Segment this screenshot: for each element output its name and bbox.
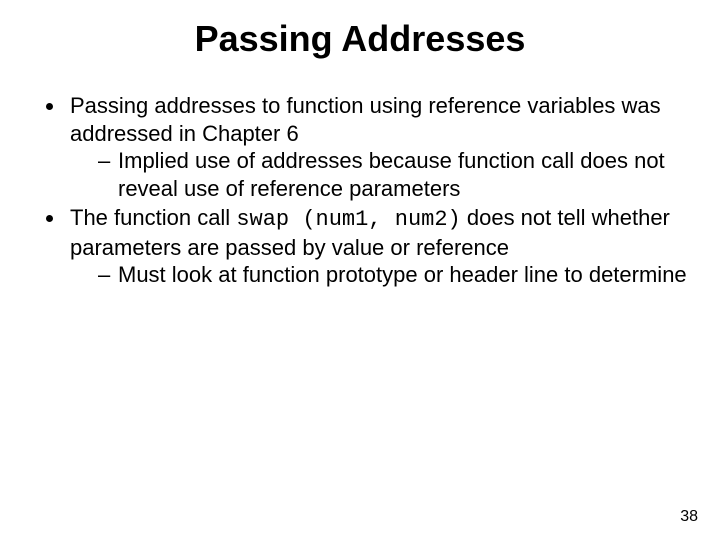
slide-title: Passing Addresses xyxy=(0,0,720,68)
bullet-list: Passing addresses to function using refe… xyxy=(30,92,690,289)
bullet-2-sub-1: Must look at function prototype or heade… xyxy=(98,261,690,289)
bullet-2-sub-1-text: Must look at function prototype or heade… xyxy=(118,262,687,287)
bullet-1-sublist: Implied use of addresses because functio… xyxy=(70,147,690,202)
slide: Passing Addresses Passing addresses to f… xyxy=(0,0,720,540)
page-number: 38 xyxy=(680,508,698,526)
bullet-2-code: swap (num1, num2) xyxy=(236,207,460,232)
bullet-1-sub-1-text: Implied use of addresses because functio… xyxy=(118,148,665,201)
slide-body: Passing addresses to function using refe… xyxy=(0,68,720,289)
bullet-1: Passing addresses to function using refe… xyxy=(66,92,690,202)
bullet-1-text: Passing addresses to function using refe… xyxy=(70,93,661,146)
bullet-2-sublist: Must look at function prototype or heade… xyxy=(70,261,690,289)
bullet-1-sub-1: Implied use of addresses because functio… xyxy=(98,147,690,202)
bullet-2-pre: The function call xyxy=(70,205,236,230)
bullet-2: The function call swap (num1, num2) does… xyxy=(66,204,690,289)
